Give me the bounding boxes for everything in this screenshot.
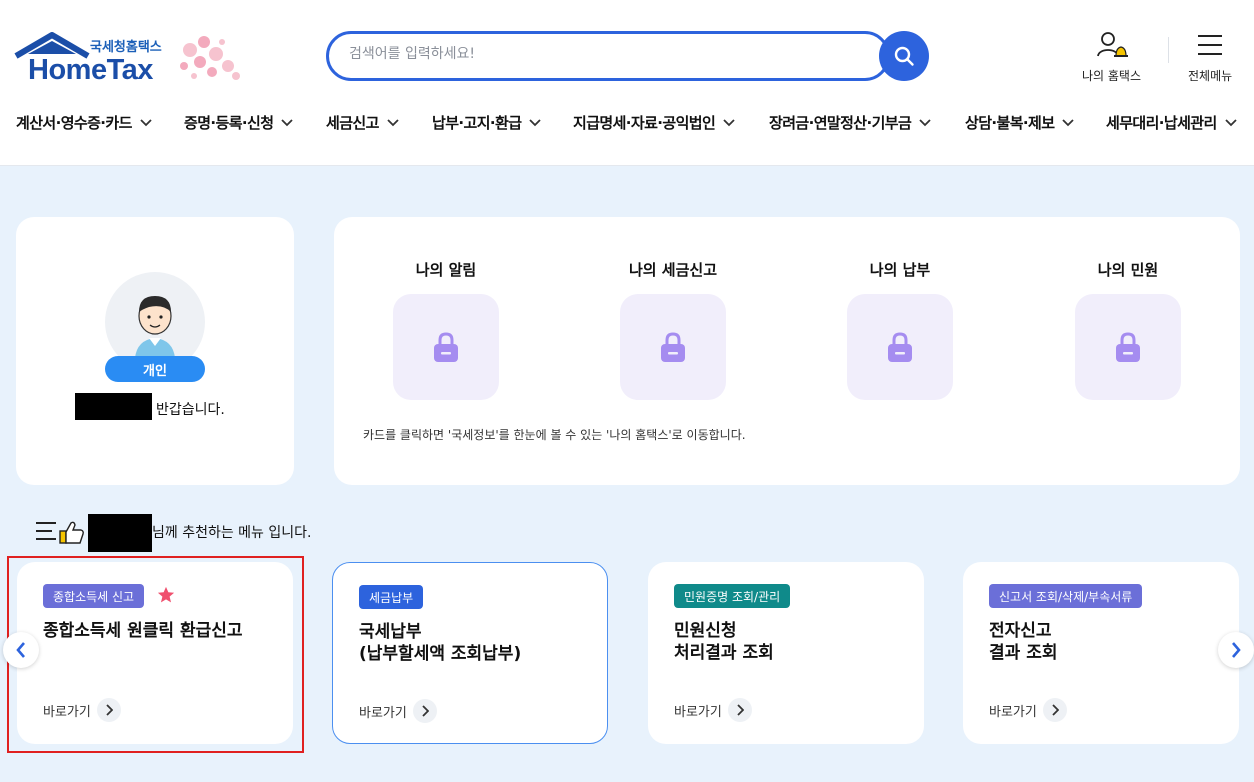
- lock-icon: [434, 332, 458, 362]
- rec-card-title: 민원신청 처리결과 조회: [674, 621, 774, 663]
- gnb-item-certificate[interactable]: 증명·등록·신청: [184, 112, 294, 133]
- greeting-text: 반갑습니다.: [156, 402, 225, 418]
- chevron-down-icon: [1225, 118, 1237, 126]
- gnb-label: 증명·등록·신청: [184, 114, 274, 132]
- carousel-next-button[interactable]: [1218, 632, 1254, 668]
- gnb-label: 세무대리·납세관리: [1106, 114, 1217, 132]
- user-type-badge: 개인: [105, 356, 205, 382]
- carousel-prev-button[interactable]: [3, 632, 39, 668]
- goto-link[interactable]: 바로가기: [674, 698, 752, 722]
- chevron-down-icon: [281, 118, 294, 126]
- chevron-down-icon: [529, 118, 542, 126]
- gnb-label: 납부·고지·환급: [432, 114, 522, 132]
- gnb-label: 상담·불복·제보: [965, 114, 1055, 132]
- rec-card-title: 국세납부 (납부할세액 조회납부): [359, 622, 522, 664]
- profile-card: 개인 반갑습니다.: [16, 217, 294, 485]
- chevron-right-icon: [1232, 642, 1241, 658]
- my-hometax-button[interactable]: 나의 홈택스: [1082, 30, 1141, 84]
- search-button[interactable]: [879, 31, 929, 81]
- lock-icon: [1116, 332, 1140, 362]
- gnb-label: 계산서·영수증·카드: [16, 114, 132, 132]
- redacted-username: [75, 393, 152, 420]
- chevron-right-icon: [727, 698, 752, 722]
- gnb-item-statements[interactable]: 지급명세·자료·공익법인: [573, 112, 735, 133]
- recommend-title-text: 님께 추천하는 메뉴 입니다.: [152, 525, 312, 541]
- all-menu-button[interactable]: 전체메뉴: [1188, 30, 1232, 84]
- chevron-down-icon: [723, 118, 735, 126]
- category-tag: 세금납부: [359, 585, 424, 609]
- goto-link[interactable]: 바로가기: [989, 698, 1067, 722]
- logo-subtitle: 국세청홈택스: [90, 40, 162, 55]
- my-payment-card[interactable]: 나의 납부: [847, 259, 953, 400]
- rec-card-e-filing-result[interactable]: 신고서 조회/삭제/부속서류 전자신고 결과 조회 바로가기: [963, 562, 1239, 744]
- card-title: 나의 민원: [1097, 261, 1159, 279]
- chevron-down-icon: [387, 118, 399, 126]
- recommend-title: 님께 추천하는 메뉴 입니다.: [34, 514, 312, 552]
- my-civil-petition-card[interactable]: 나의 민원: [1075, 259, 1181, 400]
- search-box: [326, 31, 890, 81]
- goto-link[interactable]: 바로가기: [359, 699, 437, 723]
- category-tag: 신고서 조회/삭제/부속서류: [989, 584, 1143, 608]
- gnb-label: 지급명세·자료·공익법인: [573, 114, 716, 132]
- redacted-username: [88, 514, 152, 552]
- search-icon: [894, 46, 914, 66]
- my-hometax-cards: 나의 알림 나의 세금신고 나의 납부 나의 민원 카드를 클릭하면 '국세정보…: [334, 217, 1240, 485]
- rec-card-national-tax-payment[interactable]: 세금납부 국세납부 (납부할세액 조회납부) 바로가기: [332, 562, 608, 744]
- search-input[interactable]: [349, 46, 849, 62]
- rec-card-title: 전자신고 결과 조회: [989, 621, 1058, 663]
- card-title: 나의 알림: [415, 261, 477, 279]
- gnb-label: 장려금·연말정산·기부금: [769, 114, 912, 132]
- global-nav: 계산서·영수증·카드 증명·등록·신청 세금신고 납부·고지·환급 지급명세·자…: [0, 112, 1254, 138]
- gnb-item-payment[interactable]: 납부·고지·환급: [432, 112, 542, 133]
- my-cards-note: 카드를 클릭하면 '국세정보'를 한눈에 볼 수 있는 '나의 홈택스'로 이동…: [363, 428, 746, 442]
- my-hometax-label: 나의 홈택스: [1082, 69, 1142, 83]
- chevron-left-icon: [16, 642, 25, 658]
- utility-divider: [1168, 37, 1169, 63]
- card-title: 나의 납부: [869, 261, 931, 279]
- lock-tile: [620, 294, 726, 400]
- gnb-item-incentives[interactable]: 장려금·연말정산·기부금: [769, 112, 931, 133]
- chevron-right-icon: [1042, 698, 1067, 722]
- hometax-logo[interactable]: 국세청홈택스 HomeTax: [14, 32, 254, 88]
- lock-tile: [847, 294, 953, 400]
- all-menu-label: 전체메뉴: [1188, 69, 1233, 83]
- my-notifications-card[interactable]: 나의 알림: [393, 259, 499, 400]
- lock-icon: [888, 332, 912, 362]
- user-bell-icon: [1096, 32, 1128, 57]
- gnb-item-tax-filing[interactable]: 세금신고: [326, 112, 399, 133]
- card-title: 나의 세금신고: [628, 261, 718, 279]
- chevron-down-icon: [919, 118, 931, 126]
- chevron-down-icon: [1062, 118, 1075, 126]
- gnb-item-consulting[interactable]: 상담·불복·제보: [965, 112, 1075, 133]
- lock-tile: [393, 294, 499, 400]
- thumbs-up-list-icon: [36, 521, 84, 544]
- my-tax-filing-card[interactable]: 나의 세금신고: [620, 259, 726, 400]
- highlight-box: [7, 556, 304, 753]
- gnb-label: 세금신고: [326, 114, 379, 132]
- header: 국세청홈택스 HomeTax 나의 홈택스: [0, 0, 1254, 166]
- category-tag: 민원증명 조회/관리: [674, 584, 791, 608]
- hamburger-menu-icon: [1198, 35, 1223, 55]
- logo-wordmark: HomeTax: [28, 54, 153, 86]
- lock-icon: [661, 332, 685, 362]
- chevron-right-icon: [412, 699, 437, 723]
- gnb-item-tax-agent[interactable]: 세무대리·납세관리: [1106, 112, 1237, 133]
- cherry-blossom-icon: [180, 36, 240, 80]
- rec-card-civil-petition-result[interactable]: 민원증명 조회/관리 민원신청 처리결과 조회 바로가기: [648, 562, 924, 744]
- gnb-item-invoice[interactable]: 계산서·영수증·카드: [16, 112, 152, 133]
- lock-tile: [1075, 294, 1181, 400]
- chevron-down-icon: [140, 118, 152, 126]
